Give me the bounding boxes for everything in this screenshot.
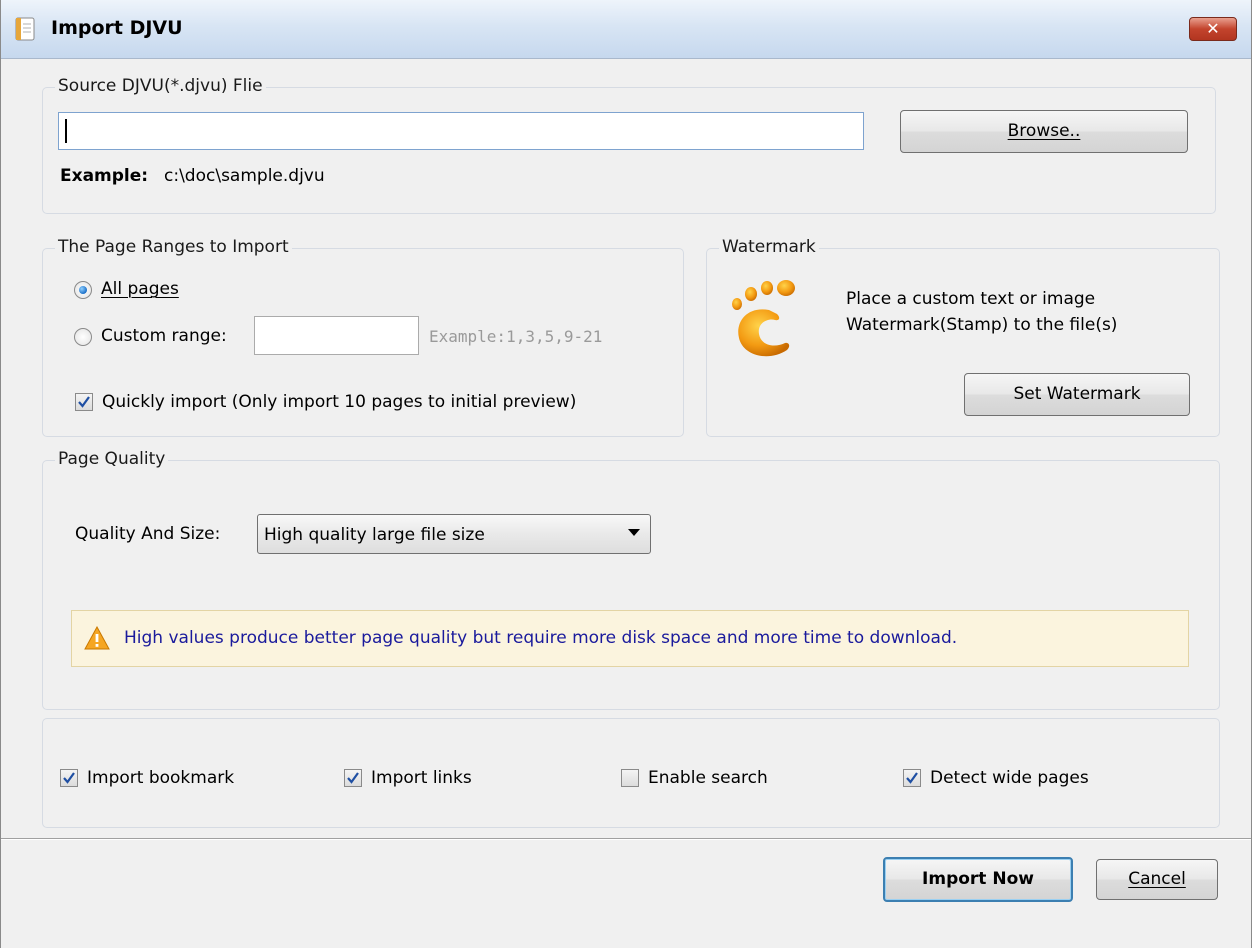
footprint-logo-icon bbox=[732, 280, 795, 357]
close-icon: ✕ bbox=[1206, 19, 1220, 38]
page-quality-group: Page Quality bbox=[42, 449, 1220, 710]
warning-icon bbox=[84, 626, 110, 650]
cancel-label: Cancel bbox=[1128, 869, 1186, 889]
all-pages-label[interactable]: All pages bbox=[101, 279, 179, 299]
custom-range-example: Example:1,3,5,9-21 bbox=[429, 327, 603, 346]
quality-warning-text: High values produce better page quality … bbox=[124, 628, 958, 648]
all-pages-radio[interactable] bbox=[74, 281, 92, 299]
import-links-checkbox[interactable] bbox=[344, 769, 362, 787]
custom-range-radio[interactable] bbox=[74, 328, 92, 346]
example-label: Example: bbox=[60, 166, 149, 186]
all-pages-text: All pages bbox=[101, 279, 179, 299]
text-caret bbox=[65, 119, 67, 143]
custom-range-input[interactable] bbox=[254, 316, 419, 355]
quick-import-checkbox[interactable] bbox=[75, 393, 93, 411]
chevron-down-icon bbox=[628, 529, 640, 536]
import-links-label[interactable]: Import links bbox=[371, 768, 472, 788]
title-bar[interactable]: Import DJVU ✕ bbox=[1, 0, 1251, 59]
source-file-legend: Source DJVU(*.djvu) Flie bbox=[55, 76, 266, 96]
import-bookmark-checkbox[interactable] bbox=[60, 769, 78, 787]
checkmark-icon bbox=[906, 772, 918, 784]
browse-button-label: Browse.. bbox=[1007, 121, 1081, 141]
set-watermark-button[interactable]: Set Watermark bbox=[964, 373, 1190, 416]
quality-size-selected: High quality large file size bbox=[264, 525, 485, 545]
quality-size-select[interactable]: High quality large file size bbox=[257, 514, 651, 554]
window-title: Import DJVU bbox=[51, 17, 183, 39]
document-app-icon bbox=[15, 17, 35, 41]
import-now-label: Import Now bbox=[922, 869, 1034, 889]
checkmark-icon bbox=[347, 772, 359, 784]
cancel-button[interactable]: Cancel bbox=[1096, 859, 1218, 900]
watermark-description-line1: Place a custom text or image bbox=[846, 289, 1096, 309]
detect-wide-pages-label[interactable]: Detect wide pages bbox=[930, 768, 1089, 788]
quality-size-label: Quality And Size: bbox=[75, 524, 221, 544]
checkmark-icon bbox=[78, 396, 90, 408]
quick-import-label[interactable]: Quickly import (Only import 10 pages to … bbox=[102, 392, 576, 412]
import-djvu-dialog: Import DJVU ✕ Source DJVU(*.djvu) Flie B… bbox=[0, 0, 1252, 948]
close-button[interactable]: ✕ bbox=[1189, 17, 1237, 41]
watermark-legend: Watermark bbox=[719, 237, 819, 257]
enable-search-label[interactable]: Enable search bbox=[648, 768, 768, 788]
watermark-description-line2: Watermark(Stamp) to the file(s) bbox=[846, 315, 1118, 335]
source-path-input[interactable] bbox=[58, 112, 864, 150]
browse-button[interactable]: Browse.. bbox=[900, 110, 1188, 153]
example-path: c:\doc\sample.djvu bbox=[164, 166, 325, 186]
enable-search-checkbox[interactable] bbox=[621, 769, 639, 787]
page-ranges-legend: The Page Ranges to Import bbox=[55, 237, 292, 257]
page-quality-legend: Page Quality bbox=[55, 449, 169, 469]
detect-wide-pages-checkbox[interactable] bbox=[903, 769, 921, 787]
import-now-button[interactable]: Import Now bbox=[883, 857, 1073, 902]
checkmark-icon bbox=[63, 772, 75, 784]
quality-warning-bar: High values produce better page quality … bbox=[71, 610, 1189, 667]
custom-range-label[interactable]: Custom range: bbox=[101, 326, 227, 346]
footer-separator bbox=[1, 838, 1251, 840]
import-bookmark-label[interactable]: Import bookmark bbox=[87, 768, 234, 788]
set-watermark-label: Set Watermark bbox=[1013, 384, 1141, 404]
